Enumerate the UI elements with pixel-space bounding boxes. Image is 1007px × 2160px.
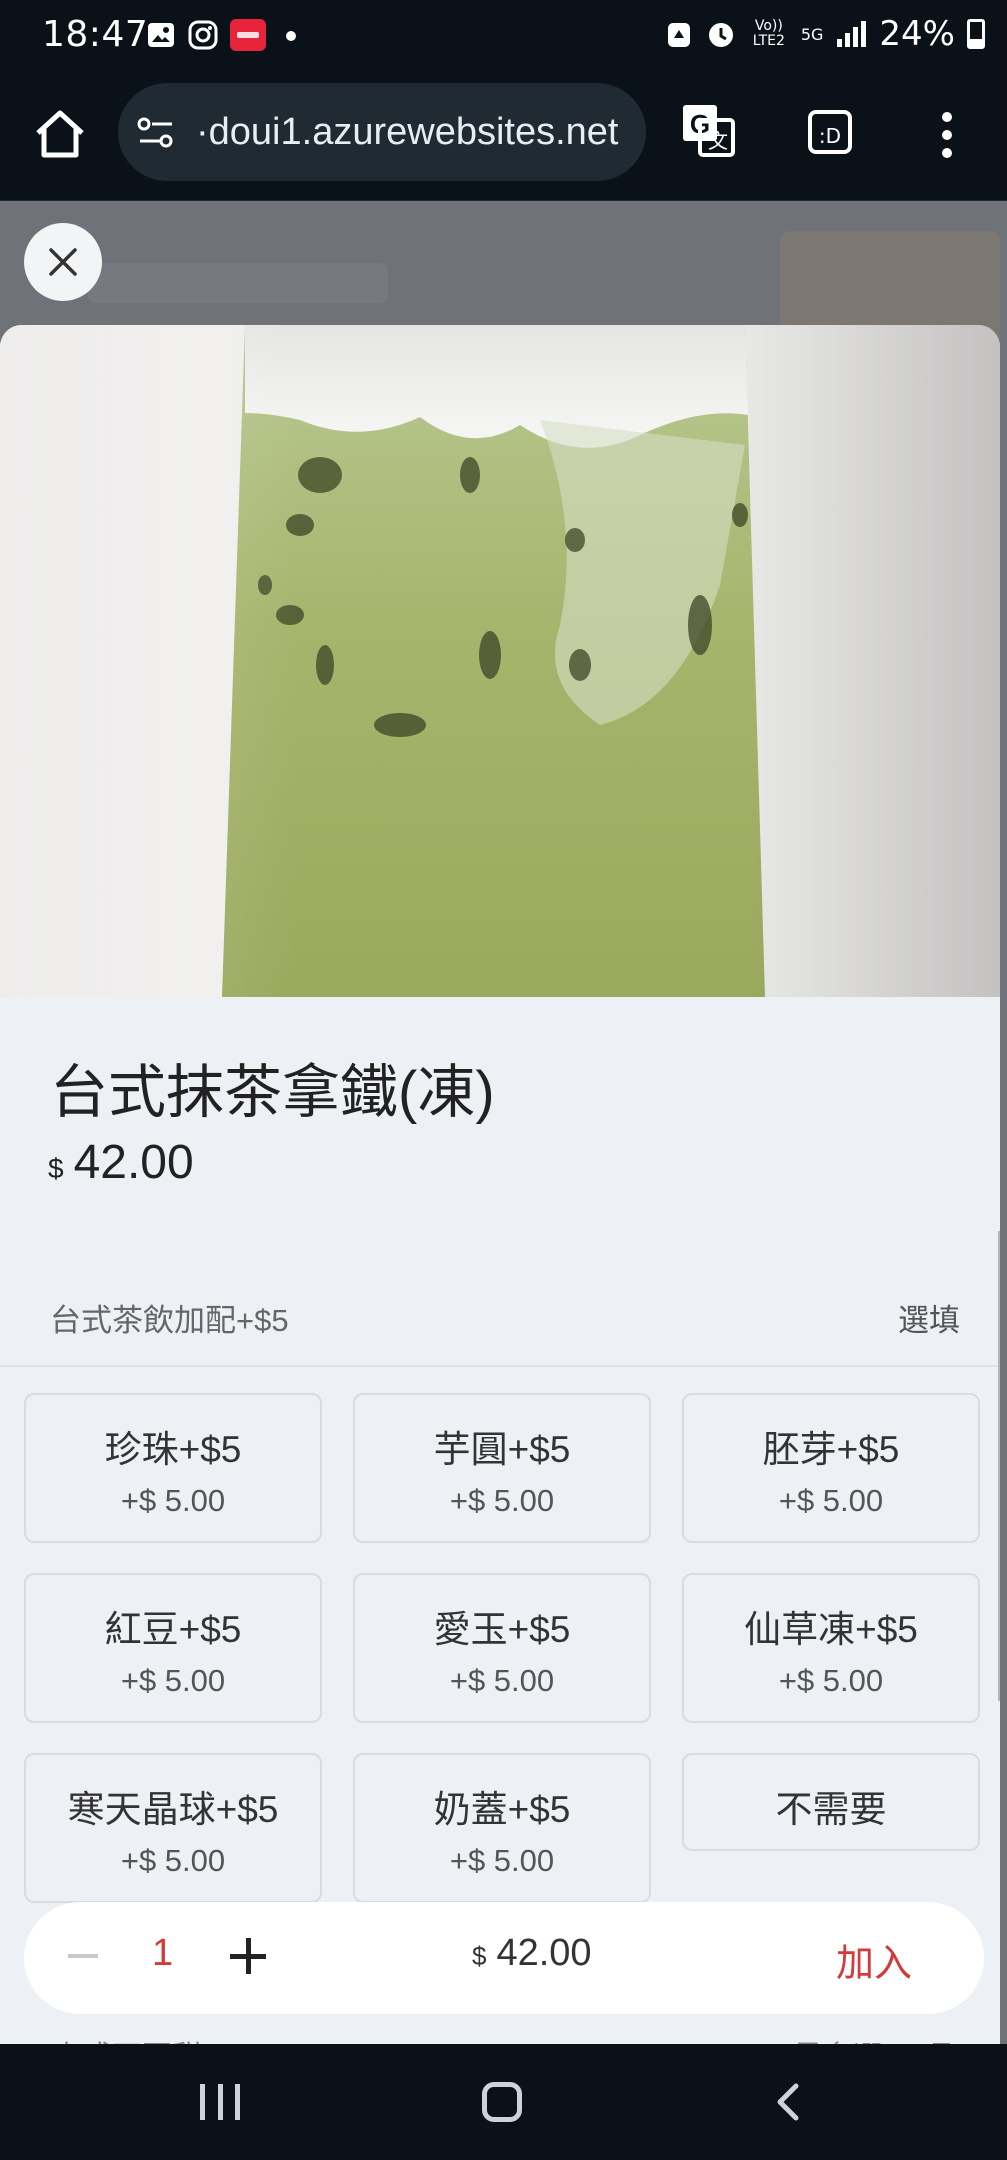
addon-option-agar-ball[interactable]: 寒天晶球+$5 +$ 5.00 (24, 1753, 322, 1903)
status-right-group: Vo)) LTE2 5G 24% (665, 14, 985, 54)
close-icon (49, 248, 77, 276)
option-name: 寒天晶球+$5 (67, 1789, 279, 1830)
close-button[interactable] (24, 223, 102, 301)
signal-icon (837, 21, 867, 47)
product-image (0, 325, 1000, 997)
addon-option-taro-ball[interactable]: 芋圓+$5 +$ 5.00 (353, 1393, 651, 1543)
battery-percentage: 24% (879, 14, 955, 54)
increase-quantity-button[interactable] (230, 1938, 266, 1974)
url-text[interactable]: ·doui1.azurewebsites.net (196, 111, 618, 154)
redbook-app-icon (230, 19, 266, 51)
option-price: +$ 5.00 (120, 1663, 226, 1698)
addon-section-title: 台式茶飲加配+$5 (50, 1303, 289, 1338)
option-name: 奶蓋+$5 (433, 1789, 571, 1830)
volte-label: Vo)) LTE2 (752, 18, 785, 49)
option-name: 紅豆+$5 (104, 1609, 242, 1650)
option-price: +$ 5.00 (449, 1663, 555, 1698)
price-currency: $ (48, 1153, 64, 1184)
back-icon[interactable] (770, 2082, 810, 2122)
battery-icon (967, 19, 985, 49)
background-heading (88, 263, 388, 303)
price-amount: 42.00 (73, 1136, 194, 1189)
recent-apps-icon[interactable] (200, 2084, 240, 2120)
option-price: +$ 5.00 (120, 1483, 226, 1518)
status-bar: 18:47 Vo)) LTE2 5G 24% (0, 0, 1007, 75)
addon-section-tag: 選填 (898, 1303, 960, 1338)
notification-dot-icon (286, 31, 296, 41)
scrollbar[interactable] (998, 1231, 1000, 1701)
quantity-value: 1 (152, 1932, 174, 1974)
network-5g-label: 5G (800, 24, 824, 44)
gallery-icon (148, 23, 174, 47)
order-action-bar: 1 $42.00 加入 (24, 1902, 984, 2014)
tab-switcher-button[interactable]: :D (808, 110, 852, 154)
product-title: 台式抹茶拿鐵(凍) (50, 1060, 495, 1125)
recycle-icon (667, 23, 690, 47)
add-to-cart-button[interactable]: 加入 (836, 1932, 912, 1987)
option-name: 不需要 (775, 1789, 887, 1830)
decrease-quantity-button[interactable] (68, 1954, 98, 1958)
addon-option-aiyu[interactable]: 愛玉+$5 +$ 5.00 (353, 1573, 651, 1723)
home-nav-icon[interactable] (482, 2082, 522, 2122)
translate-icon[interactable]: G文 (680, 102, 736, 158)
addon-option-red-bean[interactable]: 紅豆+$5 +$ 5.00 (24, 1573, 322, 1723)
matcha-latte-drink-image (0, 325, 1000, 997)
option-price: +$ 5.00 (778, 1663, 884, 1698)
svg-text:文: 文 (708, 130, 728, 153)
addon-option-none[interactable]: 不需要 (682, 1753, 980, 1851)
site-settings-icon[interactable] (136, 113, 176, 153)
address-bar[interactable]: ·doui1.azurewebsites.net (118, 83, 646, 181)
option-name: 珍珠+$5 (104, 1429, 242, 1470)
option-price: +$ 5.00 (449, 1483, 555, 1518)
option-price: +$ 5.00 (449, 1843, 555, 1878)
option-name: 胚芽+$5 (762, 1429, 900, 1470)
option-price: +$ 5.00 (120, 1843, 226, 1878)
browser-toolbar: ·doui1.azurewebsites.net G文 :D (0, 75, 1007, 202)
option-name: 仙草凍+$5 (744, 1609, 918, 1650)
product-sheet: 台式抹茶拿鐵(凍) $42.00 台式茶飲加配+$5 選填 珍珠+$5 +$ 5… (0, 325, 1000, 2044)
addon-option-milk-foam[interactable]: 奶蓋+$5 +$ 5.00 (353, 1753, 651, 1903)
addon-option-pearl[interactable]: 珍珠+$5 +$ 5.00 (24, 1393, 322, 1543)
addon-option-germ[interactable]: 胚芽+$5 +$ 5.00 (682, 1393, 980, 1543)
product-price: $42.00 (48, 1135, 194, 1190)
instagram-icon (188, 20, 218, 50)
option-name: 芋圓+$5 (433, 1429, 571, 1470)
section-divider (0, 1365, 1000, 1367)
option-name: 愛玉+$5 (433, 1609, 571, 1650)
option-price: +$ 5.00 (778, 1483, 884, 1518)
status-time: 18:47 (42, 14, 149, 55)
order-total: $42.00 (472, 1932, 592, 1975)
alarm-icon (708, 23, 733, 47)
total-amount: 42.00 (496, 1932, 592, 1974)
home-icon[interactable] (30, 105, 90, 165)
total-currency: $ (472, 1941, 487, 1971)
overflow-menu-icon[interactable] (935, 108, 959, 162)
system-nav-bar (0, 2044, 1007, 2160)
addon-option-grass-jelly[interactable]: 仙草凍+$5 +$ 5.00 (682, 1573, 980, 1723)
